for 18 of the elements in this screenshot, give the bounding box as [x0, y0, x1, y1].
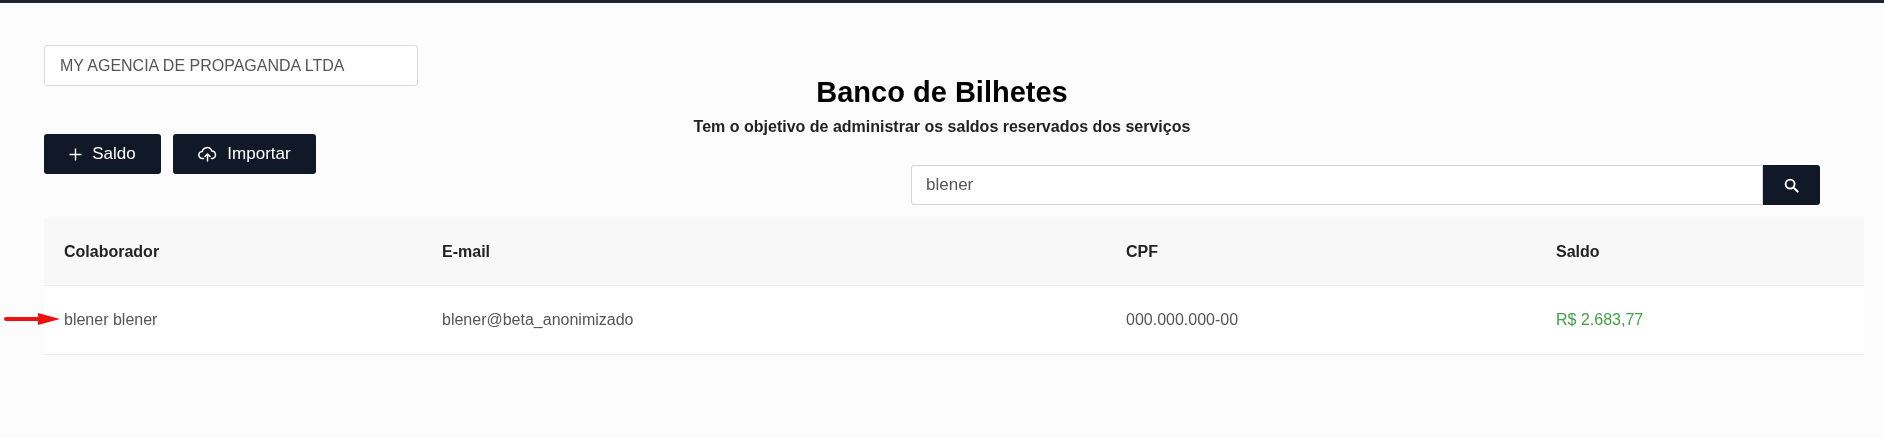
- page-title: Banco de Bilhetes: [816, 75, 1068, 110]
- table-cell: R$ 2.683,77: [1556, 311, 1644, 328]
- column-header: E-mail: [442, 242, 490, 260]
- cloud-upload-icon: [198, 146, 218, 162]
- column-header: CPF: [1126, 242, 1158, 260]
- import-button[interactable]: Importar: [173, 134, 316, 174]
- table-cell: blener blener: [64, 311, 158, 328]
- search-button[interactable]: [1763, 165, 1820, 205]
- table-cell: 000.000.000-00: [1126, 311, 1239, 328]
- column-header: Saldo: [1556, 242, 1600, 260]
- search-icon: [1784, 177, 1799, 193]
- company-field[interactable]: MY AGENCIA DE PROPAGANDA LTDA: [44, 45, 418, 86]
- add-balance-button[interactable]: Saldo: [44, 134, 161, 174]
- page-subtitle: Tem o objetivo de administrar os saldos reservados dos serviços: [693, 117, 1191, 137]
- table-cell: blener@beta_anonimizado: [442, 311, 634, 328]
- column-header: Colaborador: [64, 242, 160, 260]
- search-field[interactable]: blener: [911, 165, 1763, 205]
- plus-icon: [69, 147, 83, 161]
